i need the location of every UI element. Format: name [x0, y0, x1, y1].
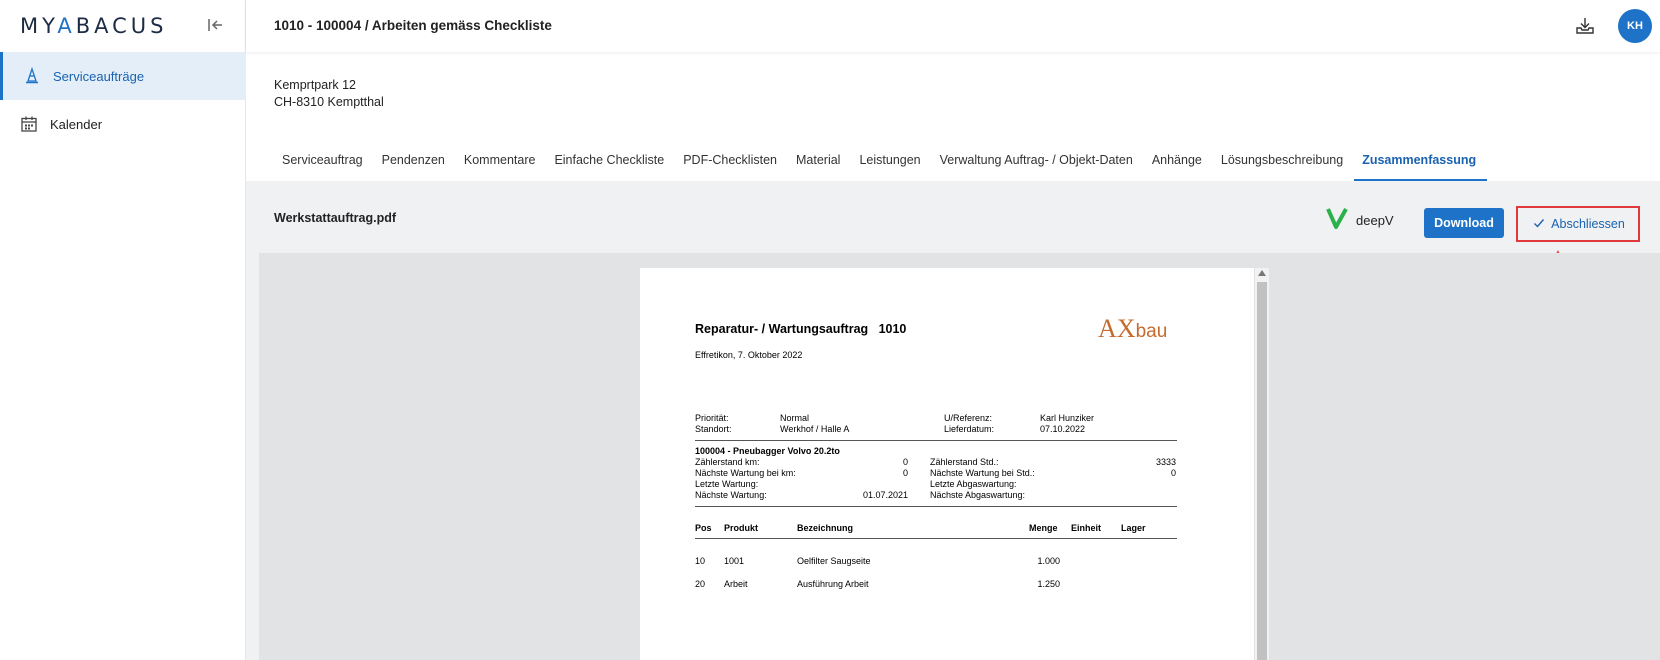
col-header-bezeichnung: Bezeichnung [797, 523, 854, 533]
deepv-label: deepV [1356, 212, 1394, 228]
traffic-cone-icon [23, 66, 41, 85]
row-pos: 10 [695, 556, 706, 566]
tab-material[interactable]: Material [788, 143, 851, 181]
tab-kommentare[interactable]: Kommentare [456, 143, 547, 181]
top-bar: 1010 - 100004 / Arbeiten gemäss Checklis… [246, 0, 1660, 52]
download-button[interactable]: Download [1424, 208, 1504, 238]
row-bezeichnung: Ausführung Arbeit [797, 579, 869, 589]
prioritaet-value: Normal [780, 413, 810, 423]
axbau-logo: AXbau [1098, 314, 1168, 343]
object-right-label: Nächste Wartung bei Std.: [930, 468, 1035, 478]
lieferdatum-value: 07.10.2022 [1040, 424, 1086, 434]
row-pos: 20 [695, 579, 706, 589]
page-title: 1010 - 100004 / Arbeiten gemäss Checklis… [274, 18, 552, 33]
tab-anhaenge[interactable]: Anhänge [1144, 143, 1213, 181]
col-header-menge: Menge [1029, 523, 1058, 533]
tab-einfache-checkliste[interactable]: Einfache Checkliste [546, 143, 675, 181]
object-left-value: 0 [902, 457, 908, 467]
referenz-label: U/Referenz: [944, 413, 993, 423]
col-header-lager: Lager [1121, 523, 1146, 533]
tab-leistungen[interactable]: Leistungen [851, 143, 931, 181]
prioritaet-label: Priorität: [695, 413, 729, 423]
pdf-page: Reparatur- / Wartungsauftrag 1010 Effret… [640, 268, 1254, 660]
deepv-check-icon [1326, 206, 1348, 235]
object-left-value: 01.07.2021 [862, 490, 908, 500]
object-right-label: Nächste Abgaswartung: [930, 490, 1026, 500]
sidebar-item-kalender[interactable]: Kalender [0, 100, 246, 148]
referenz-value: Karl Hunziker [1040, 413, 1095, 423]
collapse-sidebar-icon[interactable] [204, 14, 226, 36]
tab-loesungsbeschreibung[interactable]: Lösungsbeschreibung [1213, 143, 1354, 181]
sidebar: MYABACUS Serviceaufträge Kalender [0, 0, 246, 660]
standort-value: Werkhof / Halle A [780, 424, 850, 434]
scroll-thumb[interactable] [1257, 282, 1267, 660]
col-header-produkt: Produkt [724, 523, 759, 533]
row-produkt: 1001 [724, 556, 745, 566]
object-left-label: Nächste Wartung bei km: [695, 468, 796, 478]
abschliessen-button[interactable]: Abschliessen [1520, 209, 1638, 239]
sidebar-item-label: Kalender [50, 116, 103, 132]
address-line-2: CH-8310 Kemptthal [274, 95, 384, 109]
avatar[interactable]: KH [1618, 9, 1652, 43]
object-left-value: 0 [902, 468, 908, 478]
scroll-up-arrow-icon[interactable] [1258, 270, 1266, 276]
tab-pendenzen[interactable]: Pendenzen [374, 143, 456, 181]
object-right-label: Zählerstand Std.: [930, 457, 999, 467]
app-logo: MYABACUS [20, 14, 168, 38]
divider [695, 440, 1177, 441]
pdf-date: Effretikon, 7. Oktober 2022 [695, 350, 803, 360]
download-tray-icon[interactable] [1574, 15, 1596, 37]
app-root: MYABACUS Serviceaufträge Kalender 1010 -… [0, 0, 1660, 660]
object-right-value: 0 [1170, 468, 1176, 478]
row-menge: 1.000 [1037, 556, 1060, 566]
divider [695, 506, 1177, 507]
tab-serviceauftrag[interactable]: Serviceauftrag [274, 143, 374, 181]
pdf-title: Reparatur- / Wartungsauftrag 1010 [695, 322, 907, 336]
row-menge: 1.250 [1037, 579, 1060, 589]
lieferdatum-label: Lieferdatum: [944, 424, 995, 434]
object-title: 100004 - Pneubagger Volvo 20.2to [695, 446, 840, 456]
col-header-pos: Pos [695, 523, 712, 533]
sidebar-item-label: Serviceaufträge [53, 68, 145, 84]
check-icon [1533, 217, 1545, 232]
row-bezeichnung: Oelfilter Saugseite [797, 556, 871, 566]
pdf-filename: Werkstattauftrag.pdf [274, 211, 397, 225]
tab-bar: Serviceauftrag Pendenzen Kommentare Einf… [274, 143, 1488, 181]
col-header-einheit: Einheit [1071, 523, 1102, 533]
object-right-value: 3333 [1155, 457, 1176, 467]
object-left-label: Letzte Wartung: [695, 479, 759, 489]
divider [695, 538, 1177, 539]
tab-zusammenfassung[interactable]: Zusammenfassung [1354, 143, 1488, 181]
tab-pdf-checklisten[interactable]: PDF-Checklisten [675, 143, 788, 181]
standort-label: Standort: [695, 424, 732, 434]
address-line-1: Kemprtpark 12 [274, 78, 356, 92]
abschliessen-label: Abschliessen [1551, 217, 1625, 231]
sidebar-item-serviceauftraege[interactable]: Serviceaufträge [0, 52, 246, 100]
deepv-brand: deepV [1326, 207, 1394, 233]
pdf-scrollbar[interactable] [1255, 268, 1269, 660]
calendar-icon [20, 115, 38, 133]
row-produkt: Arbeit [724, 579, 748, 589]
object-left-label: Zählerstand km: [695, 457, 760, 467]
tab-verwaltung[interactable]: Verwaltung Auftrag- / Objekt-Daten [932, 143, 1144, 181]
object-right-label: Letzte Abgaswartung: [930, 479, 1017, 489]
object-left-label: Nächste Wartung: [695, 490, 767, 500]
